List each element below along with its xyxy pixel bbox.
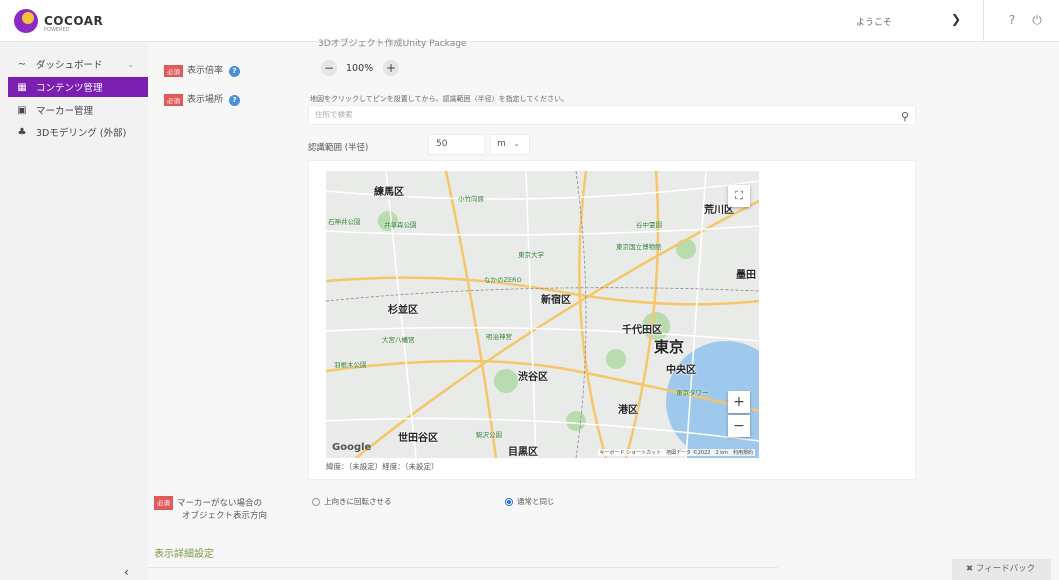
map-zoom-out-button[interactable]: − [728,415,750,437]
sidebar-item-dashboard[interactable]: ∼ ダッシュボード ⌄ [8,54,148,74]
shapes-icon: ♣ [17,126,27,138]
orientation-label-line1: マーカーがない場合の [177,498,263,509]
chevron-down-icon[interactable]: ❯ [951,12,961,26]
map-poi: 井草森公園 [384,221,417,229]
sidebar-item-label: マーカー管理 [36,106,94,117]
sidebar-item-label: コンテンツ管理 [36,83,103,94]
map-label: 中央区 [666,365,696,376]
required-badge: 必須 [164,93,183,106]
radio-label: 通常と同じ [517,497,555,506]
chart-icon: ∼ [17,58,27,70]
power-icon[interactable]: ⏻ [1030,13,1044,27]
map-label: 練馬区 [374,187,404,198]
map-label: 杉並区 [388,305,418,316]
feedback-button[interactable]: ✖ フィードバック [952,559,1051,580]
scale-value: 100% [346,63,374,74]
section-title: 表示詳細設定 [154,549,214,560]
radius-unit-value: m [497,139,506,149]
map-poi: 東京国立博物館 [616,243,662,251]
map-label: 目黒区 [508,447,538,458]
chevron-down-icon: ⌄ [127,59,134,69]
logo-sub: POWERED [44,27,70,33]
map-poi: 駒沢公園 [476,431,502,439]
radio-normal[interactable]: 通常と同じ [505,496,555,507]
scale-label: 表示倍率 [187,66,224,76]
feedback-icon: ✖ [966,564,974,574]
welcome-text: ようこそ [856,18,893,28]
map-poi: 東京大学 [518,251,544,259]
unity-package-link[interactable]: 3Dオブジェクト作成Unity Package [318,36,466,49]
search-placeholder: 住所で検索 [315,110,353,119]
map-attribution[interactable]: キーボード ショートカット 地図データ ©2022 2 km 利用規約 [597,449,755,456]
map-poi: 明治神宮 [486,333,512,341]
radio-label: 上向きに回転させる [324,497,392,506]
required-badge: 必須 [164,64,183,77]
map-poi: 羽根木公園 [334,361,367,369]
radio-rotate-up[interactable]: 上向きに回転させる [312,496,392,507]
app-logo[interactable]: COCOAR POWERED [14,9,103,33]
sidebar-item-markers[interactable]: ▣ マーカー管理 [8,100,148,120]
main-content: 3Dオブジェクト作成Unity Package 必須 表示倍率? − 100% +… [148,39,1059,580]
map-poi: 石神井公園 [328,218,361,226]
sidebar-item-label: 3Dモデリング (外部) [36,128,127,139]
google-map[interactable]: 練馬区 荒川区 新宿区 杉並区 千代田区 東京 中央区 渋谷区 港区 世田谷区 … [326,171,759,458]
header-divider [983,0,984,42]
map-hint: 地図をクリックしてピンを設置してから、認識範囲（半径）を指定してください。 [310,95,569,103]
scale-row-label: 必須 表示倍率? [164,63,241,77]
orientation-label: 必須 マーカーがない場合の オブジェクト表示方向 [154,496,267,522]
required-badge: 必須 [154,496,173,510]
radius-input[interactable]: 50 [428,134,485,155]
map-panel: 練馬区 荒川区 新宿区 杉並区 千代田区 東京 中央区 渋谷区 港区 世田谷区 … [308,160,916,480]
fullscreen-icon[interactable]: ⛶ [728,185,750,207]
radio-dot[interactable] [505,497,513,506]
coordinates-readout: 緯度：（未設定）経度：（未設定） [326,462,439,471]
map-label: 新宿区 [541,295,571,306]
logo-text: COCOAR [44,14,104,28]
google-logo: Google [332,442,372,453]
feedback-label: フィードバック [975,564,1036,574]
orientation-label-line2: オブジェクト表示方向 [182,511,268,521]
map-label: 墨田 [736,270,756,281]
sidebar: ∼ ダッシュボード ⌄ ▦ コンテンツ管理 ▣ マーカー管理 ♣ 3Dモデリング… [0,42,148,580]
help-icon[interactable]: ? [1005,13,1019,27]
radius-unit-select[interactable]: m ⌄ [490,134,530,155]
image-icon: ▣ [17,104,27,116]
map-poi: なかのZERO [484,276,522,284]
map-zoom-in-button[interactable]: + [728,391,750,413]
info-icon[interactable]: ? [229,66,241,77]
map-poi: 谷中霊園 [636,221,662,229]
scale-minus-button[interactable]: − [321,60,337,76]
sidebar-item-3d-modeling[interactable]: ♣ 3Dモデリング (外部) [8,122,148,142]
radio-dot[interactable] [312,497,320,506]
map-label: 千代田区 [622,325,662,336]
location-row-label: 必須 表示場所? [164,92,241,106]
top-bar: COCOAR POWERED ようこそ ❯ ? ⏻ [0,0,1059,42]
map-label: 東京 [654,338,685,356]
map-label: 世田谷区 [398,433,438,444]
chevron-left-icon[interactable]: ‹ [124,565,129,579]
search-icon[interactable]: ⚲ [901,108,909,126]
map-poi: 小竹向原 [458,195,484,203]
scale-plus-button[interactable]: + [383,60,399,76]
map-label: 港区 [618,405,638,416]
logo-mark [14,9,38,33]
map-poi: 東京タワー [676,389,709,397]
section-divider [148,567,778,568]
map-label: 渋谷区 [518,372,548,383]
map-poi: 大宮八幡宮 [382,336,415,344]
location-label: 表示場所 [187,95,224,105]
folder-icon: ▦ [17,81,27,93]
sidebar-item-contents[interactable]: ▦ コンテンツ管理 [8,77,148,97]
sidebar-item-label: ダッシュボード [36,60,103,71]
info-icon[interactable]: ? [229,95,241,106]
radius-label: 認識範囲 (半径) [308,143,369,153]
address-search-input[interactable]: 住所で検索 ⚲ [308,105,916,125]
